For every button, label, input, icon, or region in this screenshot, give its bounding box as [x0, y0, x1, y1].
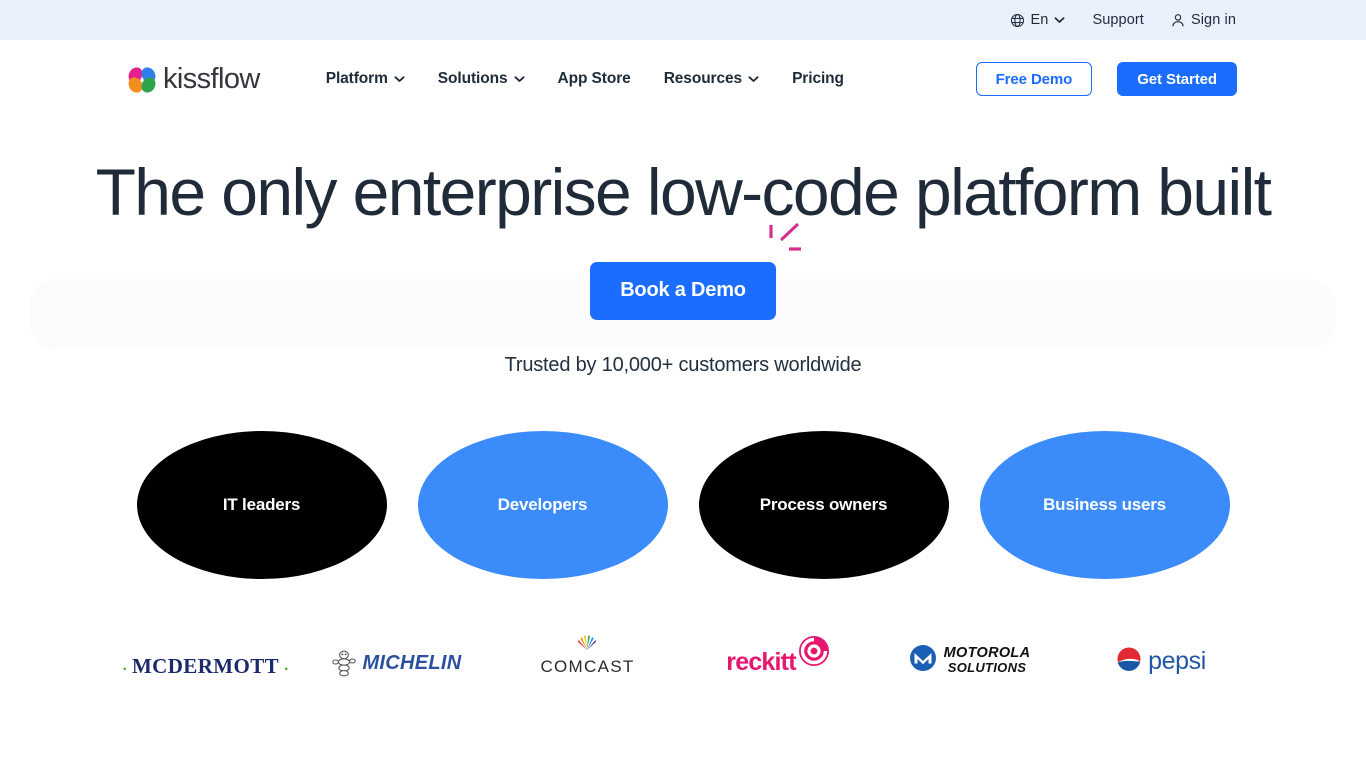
client-logo-comcast: COMCAST [492, 631, 683, 677]
pepsi-wordmark: pepsi [1148, 646, 1206, 675]
trusted-text: Trusted by 10,000+ customers worldwide [504, 353, 862, 376]
client-logo-reckitt: reckitt [683, 631, 874, 677]
nav-item-app-store[interactable]: App Store [558, 71, 631, 87]
comcast-wordmark: COMCAST [540, 656, 635, 676]
nav-item-solutions[interactable]: Solutions [438, 71, 525, 87]
nav-actions: Free Demo Get Started [975, 62, 1237, 96]
language-selector[interactable]: En [1010, 13, 1066, 28]
reckitt-wordmark: reckitt [726, 647, 796, 676]
client-logo-michelin: MICHELIN [301, 631, 492, 677]
persona-label: Process owners [759, 494, 888, 514]
persona-label: Business users [1043, 494, 1166, 514]
nav-item-pricing[interactable]: Pricing [792, 71, 844, 87]
comcast-peacock-icon [575, 633, 599, 656]
persona-pills: IT leaders Developers Process owners Bus… [0, 430, 1366, 579]
mcdermott-dot-right: . [284, 657, 289, 675]
nav-item-label: App Store [557, 70, 631, 88]
cta-wrapper: Book a Demo [590, 222, 801, 320]
support-label: Support [1092, 11, 1144, 28]
nav-item-platform[interactable]: Platform [326, 71, 405, 87]
page-title: The only enterprise low-code platform bu… [95, 155, 1272, 229]
michelin-bibendum-icon [331, 649, 357, 677]
user-icon [1171, 13, 1185, 28]
motorola-solutions-wordmark: SOLUTIONS [947, 660, 1027, 676]
signin-link[interactable]: Sign in [1171, 13, 1236, 28]
language-label: En [1030, 11, 1049, 28]
reckitt-swirl-icon [797, 634, 831, 677]
brand-name: kissflow [163, 62, 260, 95]
chevron-down-icon [1054, 16, 1065, 24]
michelin-wordmark: MICHELIN [362, 651, 462, 674]
hero-section: The only enterprise low-code platform bu… [0, 155, 1366, 677]
client-logo-pepsi: pepsi [1065, 631, 1256, 677]
persona-pill-process-owners[interactable]: Process owners [698, 430, 949, 579]
main-navigation: kissflow Platform Solutions App Store Re… [0, 40, 1366, 118]
kissflow-butterfly-logo [125, 64, 159, 95]
client-logo-mcdermott: . MCDERMOTT . [110, 631, 301, 677]
brand-logo[interactable]: kissflow [125, 62, 260, 96]
persona-pill-developers[interactable]: Developers [417, 430, 668, 579]
book-a-demo-button[interactable]: Book a Demo [590, 261, 776, 320]
motorola-batwing-icon [909, 644, 937, 677]
persona-label: IT leaders [222, 494, 301, 514]
get-started-button[interactable]: Get Started [1117, 62, 1237, 96]
support-link[interactable]: Support [1092, 13, 1144, 28]
top-utility-bar: En Support Sign in [0, 0, 1366, 40]
mcdermott-wordmark: MCDERMOTT [131, 653, 280, 677]
client-logo-motorola: MOTOROLA SOLUTIONS [874, 631, 1065, 677]
globe-icon [1010, 13, 1025, 28]
chevron-down-icon [513, 71, 525, 87]
nav-item-label: Solutions [437, 70, 508, 88]
pepsi-globe-icon [1115, 646, 1143, 677]
sparkle-lines-icon [767, 222, 809, 265]
nav-links: Platform Solutions App Store Resources P… [326, 71, 844, 87]
persona-pill-business-users[interactable]: Business users [979, 430, 1230, 579]
nav-item-resources[interactable]: Resources [664, 71, 759, 87]
nav-item-label: Pricing [792, 70, 844, 88]
persona-pill-it-leaders[interactable]: IT leaders [136, 430, 387, 579]
free-demo-button[interactable]: Free Demo [975, 62, 1093, 96]
persona-label: Developers [497, 494, 588, 514]
chevron-down-icon [394, 71, 405, 87]
nav-item-label: Resources [663, 70, 743, 88]
nav-item-label: Platform [325, 70, 388, 88]
mcdermott-dot-left: . [122, 657, 127, 675]
chevron-down-icon [748, 71, 759, 87]
signin-label: Sign in [1190, 11, 1236, 28]
motorola-wordmark: MOTOROLA [943, 645, 1031, 662]
client-logo-strip: . MCDERMOTT . MICHELIN COMCAST reckitt M… [0, 631, 1366, 677]
